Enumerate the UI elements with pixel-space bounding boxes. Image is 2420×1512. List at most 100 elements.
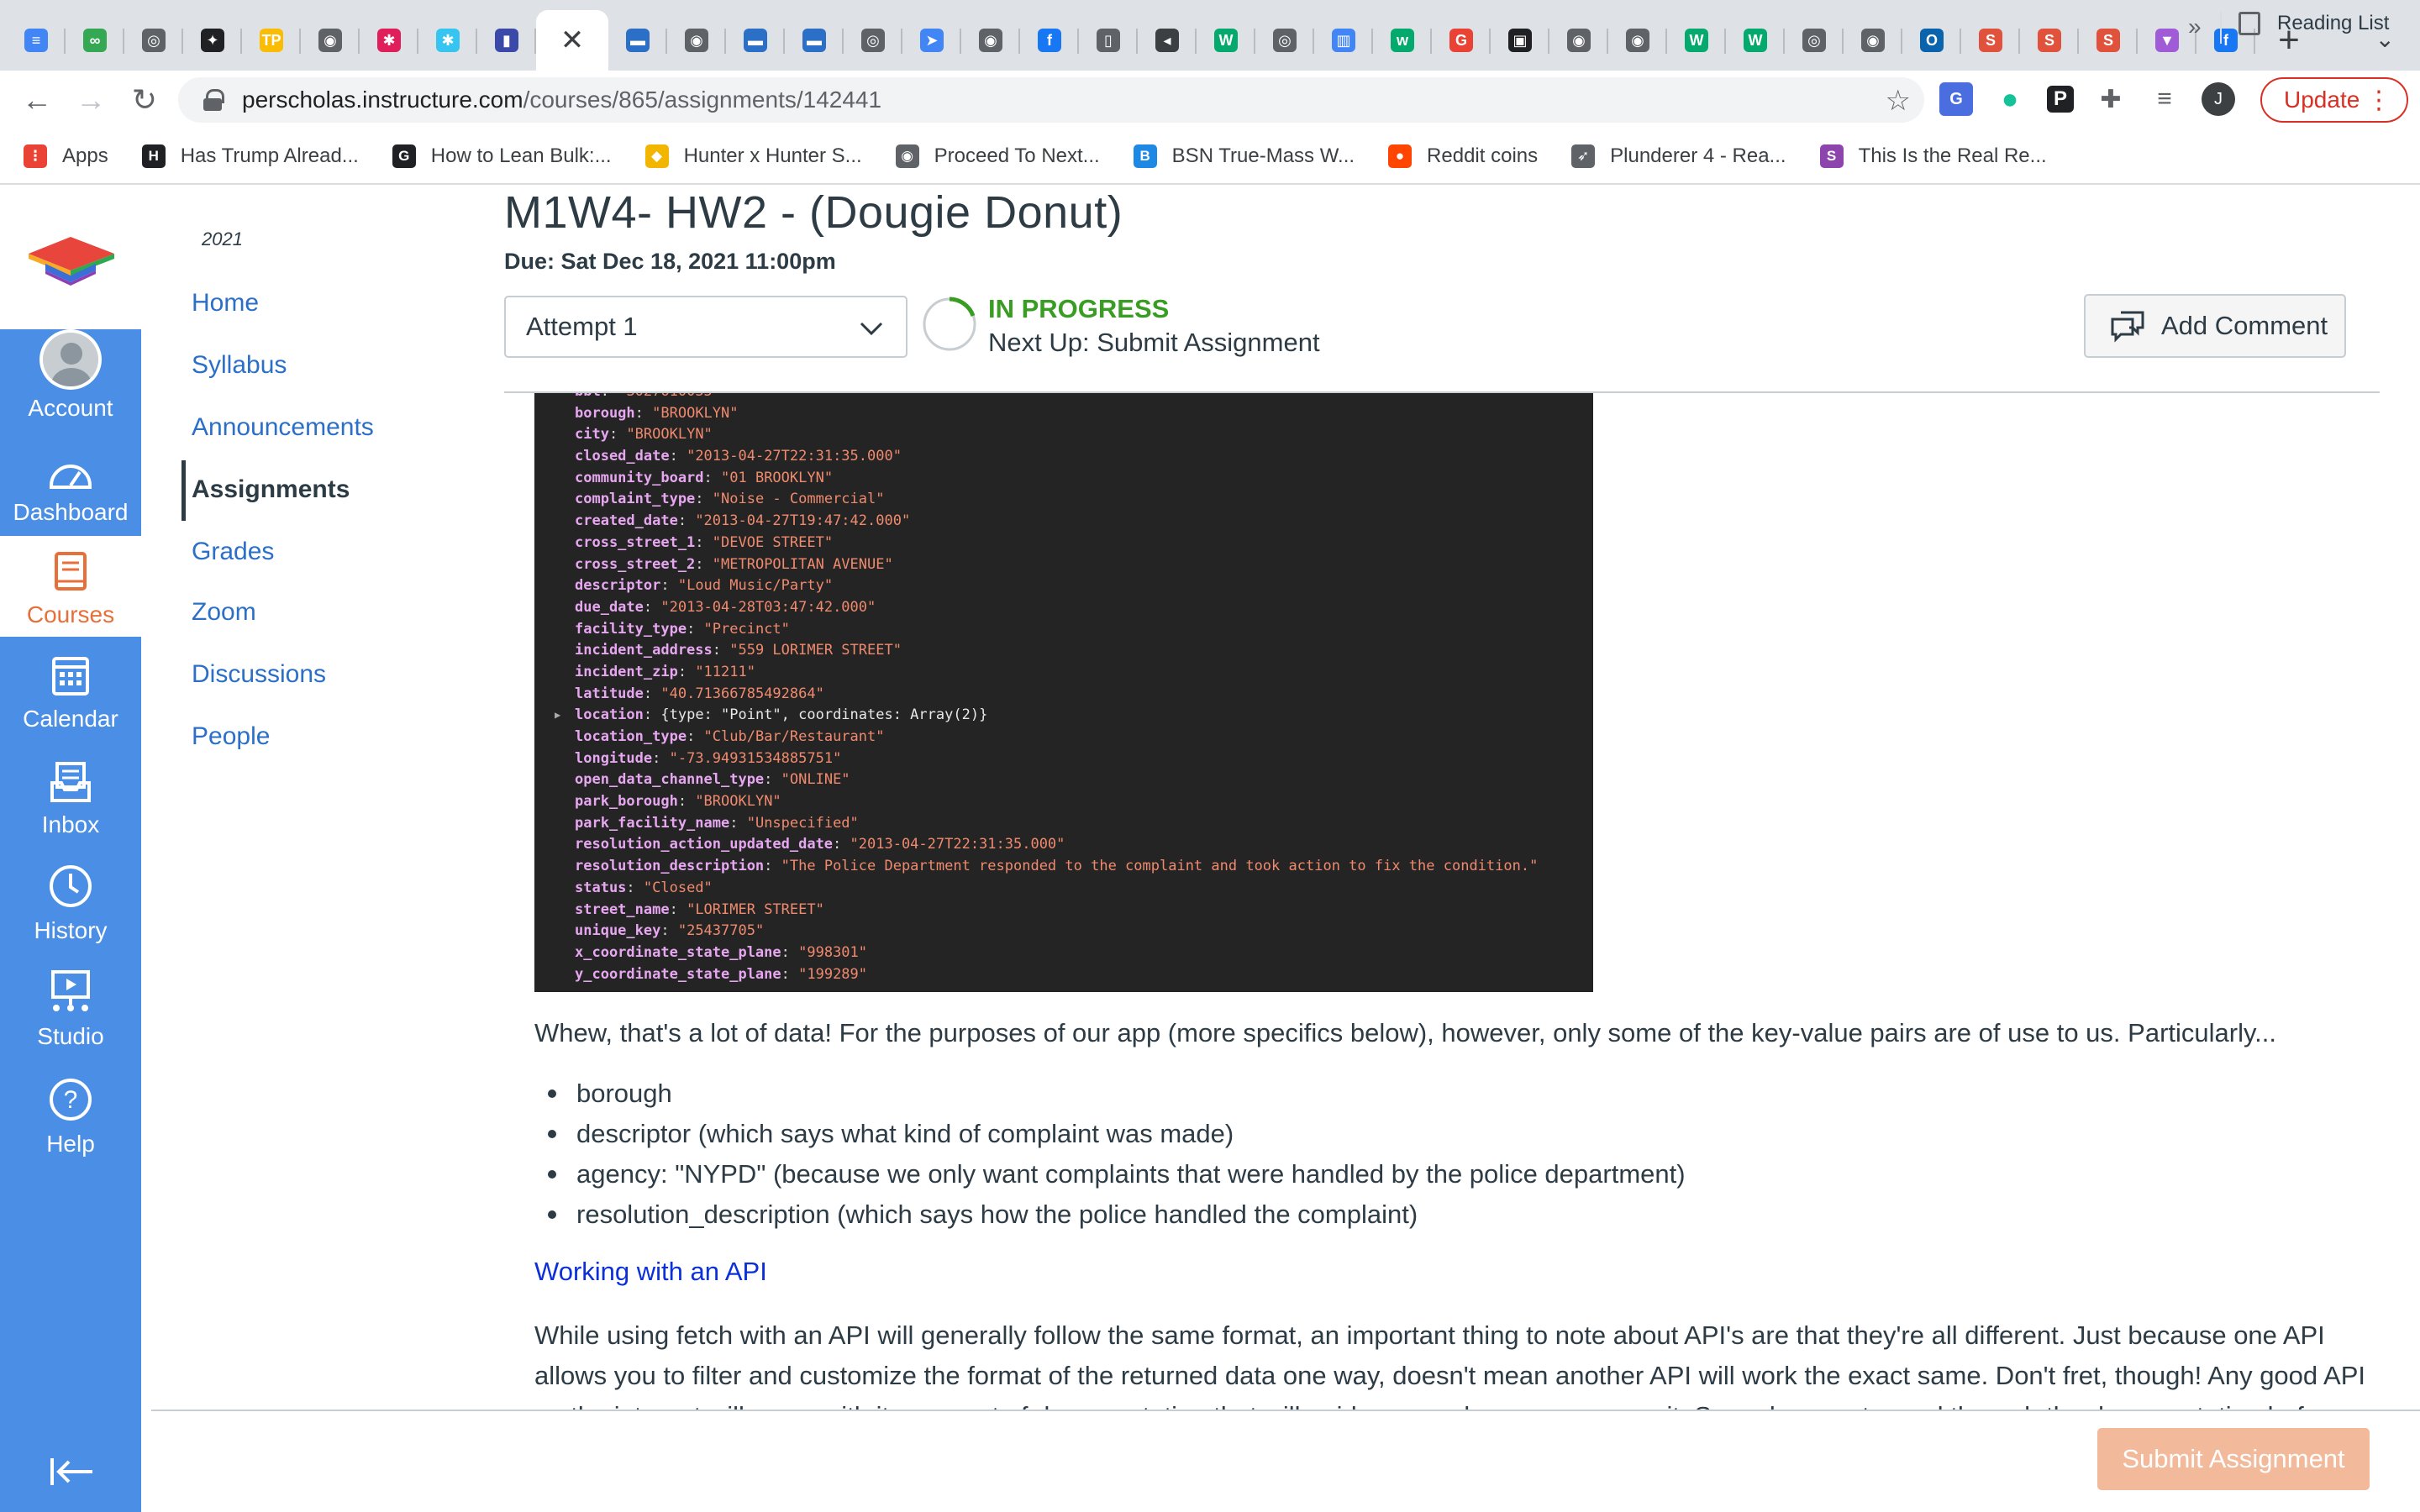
course-nav-people[interactable]: People	[192, 722, 270, 751]
browser-tab[interactable]: W	[1197, 10, 1255, 71]
forward-arrow-icon[interactable]: →	[64, 73, 118, 127]
course-nav-announcements[interactable]: Announcements	[192, 413, 374, 442]
code-line: due_date: "2013-04-28T03:47:42.000"	[575, 597, 1593, 619]
browser-tab[interactable]: ✱	[360, 10, 418, 71]
reading-list-button[interactable]: Reading List	[2238, 12, 2389, 35]
submit-assignment-button[interactable]: Submit Assignment	[2097, 1428, 2370, 1490]
browser-tab[interactable]: W	[1726, 10, 1785, 71]
browser-tab[interactable]: ▬	[726, 10, 785, 71]
bookmark-item[interactable]: ◉ Proceed To Next...	[895, 144, 1100, 168]
browser-tab-active[interactable]: ✕	[536, 10, 608, 71]
phone-icon: ▯	[1097, 29, 1120, 52]
browser-tab[interactable]: W	[1667, 10, 1726, 71]
browser-tab[interactable]: ◎	[124, 10, 183, 71]
browser-tab[interactable]: ◉	[1844, 10, 1902, 71]
browser-tab[interactable]: S	[2020, 10, 2079, 71]
global-nav-help[interactable]: ? Help	[0, 1065, 141, 1166]
browser-tab[interactable]: ◉	[301, 10, 360, 71]
bookmark-item[interactable]: G How to Lean Bulk:...	[392, 144, 612, 168]
code-value: "-73.94931534885751"	[669, 749, 842, 767]
browser-tab[interactable]: S	[2079, 10, 2138, 71]
profile-avatar[interactable]: J	[2202, 82, 2235, 116]
browser-tab[interactable]: ◉	[1608, 10, 1667, 71]
browser-tab[interactable]: ▣	[1491, 10, 1549, 71]
global-nav-dashboard[interactable]: Dashboard	[0, 433, 141, 534]
code-line: ▶ location: {type: "Point", coordinates: …	[555, 705, 1593, 727]
course-nav-home[interactable]: Home	[192, 289, 259, 318]
browser-tab[interactable]: ◎	[1785, 10, 1844, 71]
browser-tab[interactable]: w	[1373, 10, 1432, 71]
global-nav-courses[interactable]: Courses	[0, 536, 141, 637]
reddit-icon: ●	[1388, 144, 1413, 168]
browser-tab[interactable]: ≡	[7, 10, 66, 71]
translate-extension-icon[interactable]: G	[1939, 82, 1973, 116]
p-extension-icon[interactable]: P	[2047, 86, 2074, 113]
bookmark-item[interactable]: B BSN True-Mass W...	[1133, 144, 1355, 168]
global-nav-history[interactable]: History	[0, 852, 141, 953]
course-nav-discussions[interactable]: Discussions	[192, 660, 326, 689]
more-menu-icon[interactable]: ⋮	[2366, 86, 2391, 115]
browser-tab[interactable]: ◉	[961, 10, 1020, 71]
back-arrow-icon[interactable]: ←	[10, 73, 64, 127]
attempt-select[interactable]: Attempt 1	[504, 296, 908, 358]
globe-icon: ◉	[1626, 29, 1649, 52]
code-line: cross_street_2: "METROPOLITAN AVENUE"	[575, 554, 1593, 576]
course-nav-assignments[interactable]: Assignments	[192, 475, 350, 504]
address-bar[interactable]: perscholas.instructure.com/courses/865/a…	[178, 77, 1924, 123]
browser-tab[interactable]: ▯	[1079, 10, 1138, 71]
media-queue-icon[interactable]: ≡	[2148, 82, 2181, 116]
global-nav-calendar[interactable]: Calendar	[0, 640, 141, 741]
browser-tab[interactable]: ✱	[418, 10, 477, 71]
code-value: "Club/Bar/Restaurant"	[703, 728, 885, 745]
browser-tab[interactable]: f	[1020, 10, 1079, 71]
close-icon[interactable]: ✕	[560, 24, 585, 57]
browser-tab[interactable]: ◂	[1138, 10, 1197, 71]
bookmark-item[interactable]: S This Is the Real Re...	[1819, 144, 2047, 168]
browser-tab[interactable]: ▬	[785, 10, 844, 71]
bookmark-item[interactable]: ⋮ Apps	[24, 144, 108, 168]
course-nav-syllabus[interactable]: Syllabus	[192, 351, 287, 380]
course-nav-zoom[interactable]: Zoom	[192, 598, 256, 627]
bookmark-star-icon[interactable]: ☆	[1886, 84, 1911, 118]
add-comment-label: Add Comment	[2161, 311, 2328, 340]
collapse-nav-icon[interactable]	[49, 1455, 96, 1488]
code-colon: :	[729, 814, 747, 832]
reload-icon[interactable]: ↻	[118, 73, 171, 127]
school-logo[interactable]	[0, 186, 141, 329]
code-colon: :	[652, 749, 670, 767]
browser-tab[interactable]: ➤	[902, 10, 961, 71]
browser-tab[interactable]: S	[1961, 10, 2020, 71]
browser-tab[interactable]: G	[1432, 10, 1491, 71]
browser-tab[interactable]: ◎	[844, 10, 902, 71]
bullet	[548, 1089, 556, 1098]
code-colon: :	[781, 965, 799, 983]
course-nav-grades[interactable]: Grades	[192, 538, 274, 566]
browser-tab[interactable]: ✦	[183, 10, 242, 71]
bookmark-item[interactable]: ● Reddit coins	[1388, 144, 1538, 168]
browser-tab[interactable]: ▮	[477, 10, 536, 71]
browser-tab[interactable]: O	[1902, 10, 1961, 71]
add-comment-button[interactable]: Add Comment	[2084, 294, 2346, 358]
browser-tab[interactable]: ▬	[608, 10, 667, 71]
browser-tab[interactable]: ∞	[66, 10, 124, 71]
code-value: "Unspecified"	[746, 814, 859, 832]
global-nav-inbox[interactable]: Inbox	[0, 746, 141, 847]
bookmark-item[interactable]: ◆ Hunter x Hunter S...	[644, 144, 862, 168]
section-heading-link[interactable]: Working with an API	[534, 1257, 767, 1287]
global-nav-label: History	[34, 917, 108, 943]
browser-tab[interactable]: ◎	[1255, 10, 1314, 71]
puzzle-extensions-icon[interactable]: ✚	[2094, 82, 2128, 116]
global-nav-account[interactable]: Account	[0, 329, 141, 430]
browser-tab[interactable]: ◉	[667, 10, 726, 71]
global-nav-studio[interactable]: Studio	[0, 958, 141, 1058]
expand-triangle-icon[interactable]: ▶	[555, 705, 560, 727]
w3-icon: W	[1214, 29, 1238, 52]
browser-tab[interactable]: TP	[242, 10, 301, 71]
browser-tab[interactable]: ◉	[1549, 10, 1608, 71]
browser-tab[interactable]: ▥	[1314, 10, 1373, 71]
bookmark-item[interactable]: ➶ Plunderer 4 - Rea...	[1571, 144, 1786, 168]
update-button[interactable]: Update ⋮	[2260, 77, 2408, 123]
bookmark-item[interactable]: H Has Trump Alread...	[141, 144, 359, 168]
more-bookmarks-icon[interactable]: »	[2188, 13, 2202, 40]
grammarly-extension-icon[interactable]: ●	[1993, 82, 2027, 116]
